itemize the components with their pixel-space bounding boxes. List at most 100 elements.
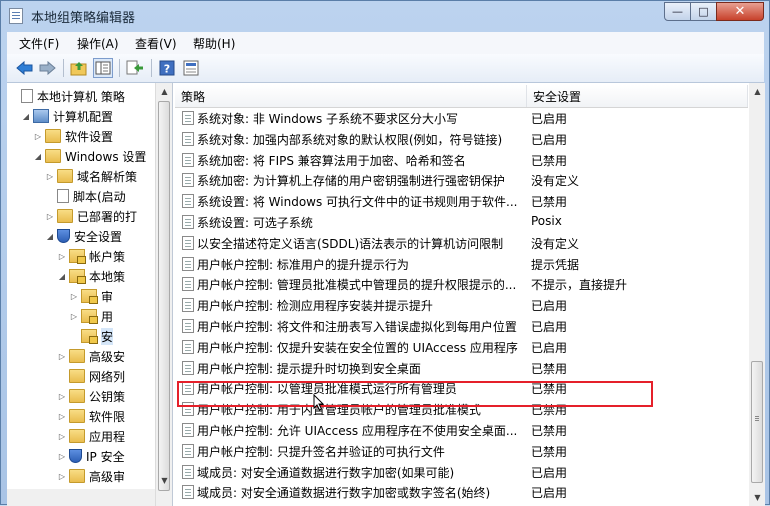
tree-item[interactable]: 安	[69, 326, 114, 346]
tree-item[interactable]: 本地计算机 策略	[9, 86, 125, 106]
properties-icon[interactable]	[181, 58, 201, 78]
table-row[interactable]: 用户帐户控制: 检测应用程序安装并提示提升 已启用	[175, 295, 748, 315]
table-row[interactable]: 用户帐户控制: 允许 UIAccess 应用程序在不使用安全桌面... 已禁用	[175, 420, 748, 440]
shield-icon	[69, 449, 82, 463]
scroll-down-icon[interactable]: ▼	[749, 489, 766, 506]
tree-item[interactable]: ◢ 安全设置	[45, 226, 122, 246]
policy-document-icon	[182, 339, 194, 354]
tree-item-label: Windows 设置	[65, 149, 147, 164]
security-setting-value: 已禁用	[531, 424, 568, 438]
collapsed-toggle-icon[interactable]: ▷	[57, 392, 67, 401]
tree-horizontal-scrollbar[interactable]	[7, 489, 155, 506]
table-row[interactable]: 用户帐户控制: 将文件和注册表写入错误虚拟化到每用户位置 已启用	[175, 316, 748, 336]
help-icon[interactable]: ?	[157, 58, 177, 78]
table-row[interactable]: 用户帐户控制: 只提升签名并验证的可执行文件 已禁用	[175, 441, 748, 461]
tree-item[interactable]: ▷ 应用程	[57, 426, 125, 446]
table-row[interactable]: 系统对象: 加强内部系统对象的默认权限(例如，符号链接) 已启用	[175, 129, 748, 149]
tree-item[interactable]: ▷ 软件限	[57, 406, 125, 426]
policy-document-icon	[182, 277, 194, 292]
policy-document-icon	[182, 235, 194, 250]
policy-document-icon	[182, 443, 194, 458]
tree-scroll-thumb[interactable]	[158, 101, 170, 491]
expanded-toggle-icon[interactable]: ◢	[33, 152, 43, 161]
table-row[interactable]: 用户帐户控制: 提示提升时切换到安全桌面 已禁用	[175, 358, 748, 378]
maximize-button[interactable]: □	[690, 2, 717, 21]
up-folder-icon[interactable]	[69, 58, 89, 78]
column-header-security-setting[interactable]: 安全设置	[527, 85, 748, 107]
title-bar[interactable]: 本地组策略编辑器 — □ ✕	[1, 1, 769, 31]
menu-help[interactable]: 帮助(H)	[193, 35, 235, 52]
folder-icon	[69, 409, 85, 423]
forward-arrow-icon[interactable]	[37, 58, 57, 78]
tree-item[interactable]: ▷ 用	[69, 306, 113, 326]
expanded-toggle-icon[interactable]: ◢	[21, 112, 31, 121]
policy-name: 域成员: 对安全通道数据进行数字加密或数字签名(始终)	[197, 486, 491, 501]
collapsed-toggle-icon[interactable]: ▷	[33, 132, 43, 141]
table-row[interactable]: 用户帐户控制: 标准用户的提升提示行为 提示凭据	[175, 254, 748, 274]
scroll-up-icon[interactable]: ▲	[749, 83, 766, 100]
security-setting-value: 已启用	[531, 340, 568, 355]
tree-item[interactable]: ▷ 已部署的打	[45, 206, 137, 226]
tree-item-label: 公钥策	[89, 389, 126, 404]
tree-item[interactable]: ▷ 高级安	[57, 346, 125, 366]
collapsed-toggle-icon[interactable]: ▷	[57, 432, 67, 441]
table-row[interactable]: 系统设置: 可选子系统 Posix	[175, 212, 748, 232]
table-row[interactable]: 用户帐户控制: 管理员批准模式中管理员的提升权限提示的... 不提示，直接提升	[175, 274, 748, 294]
tree-item[interactable]: ▷ 域名解析策	[45, 166, 137, 186]
table-row[interactable]: 系统对象: 非 Windows 子系统不要求区分大小写 已启用	[175, 108, 748, 128]
collapsed-toggle-icon[interactable]: ▷	[57, 352, 67, 361]
policy-editor-window: 本地组策略编辑器 — □ ✕ 文件(F) 操作(A) 查看(V) 帮助(H) ?	[0, 0, 770, 506]
close-button[interactable]: ✕	[716, 2, 764, 21]
scroll-down-icon[interactable]: ▼	[156, 472, 172, 489]
table-row[interactable]: 用户帐户控制: 仅提升安装在安全位置的 UIAccess 应用程序 已启用	[175, 337, 748, 357]
collapsed-toggle-icon[interactable]: ▷	[45, 212, 55, 221]
tree-item[interactable]: ▷ 公钥策	[57, 386, 125, 406]
tree-item[interactable]: ▷ 高级审	[57, 466, 125, 486]
scroll-up-icon[interactable]: ▲	[156, 83, 172, 100]
folder-icon	[69, 429, 85, 443]
minimize-button[interactable]: —	[664, 2, 691, 21]
column-header-policy[interactable]: 策略	[175, 85, 527, 107]
table-row[interactable]: 以安全描述符定义语言(SDDL)语法表示的计算机访问限制 没有定义	[175, 233, 748, 253]
tree-item[interactable]: ▷ 软件设置	[33, 126, 113, 146]
collapsed-toggle-icon[interactable]: ▷	[69, 312, 79, 321]
export-list-icon[interactable]	[125, 58, 145, 78]
table-row[interactable]: 域成员: 对安全通道数据进行数字加密或数字签名(始终) 已启用	[175, 482, 748, 502]
policy-document-icon	[182, 111, 194, 125]
expanded-toggle-icon[interactable]: ◢	[45, 232, 55, 241]
tree-item[interactable]: ◢ 本地策	[57, 266, 125, 286]
policy-editor-app-icon	[9, 8, 23, 24]
tree-item[interactable]: ◢ Windows 设置	[33, 146, 146, 166]
security-setting-value: 已启用	[531, 112, 568, 126]
collapsed-toggle-icon[interactable]: ▷	[57, 452, 67, 461]
menu-file[interactable]: 文件(F)	[19, 35, 59, 52]
security-setting-value: 没有定义	[531, 174, 580, 189]
list-vertical-scrollbar[interactable]: ▲ ▼	[749, 83, 765, 506]
collapsed-toggle-icon[interactable]: ▷	[57, 252, 67, 261]
collapsed-toggle-icon[interactable]: ▷	[45, 172, 55, 181]
table-row[interactable]: 系统加密: 将 FIPS 兼容算法用于加密、哈希和签名 已禁用	[175, 150, 748, 170]
list-scroll-thumb[interactable]	[751, 361, 763, 483]
menu-view[interactable]: 查看(V)	[135, 35, 177, 52]
back-arrow-icon[interactable]	[15, 58, 35, 78]
menu-action[interactable]: 操作(A)	[77, 35, 119, 52]
table-row[interactable]: 系统设置: 将 Windows 可执行文件中的证书规则用于软件... 已禁用	[175, 191, 748, 211]
table-row[interactable]: 域成员: 对安全通道数据进行数字加密(如果可能) 已启用	[175, 462, 748, 482]
collapsed-toggle-icon[interactable]: ▷	[57, 472, 67, 481]
tree-item-label: IP 安全	[86, 449, 125, 464]
tree-item[interactable]: ▷ 帐户策	[57, 246, 125, 266]
collapsed-toggle-icon[interactable]: ▷	[57, 412, 67, 421]
tree-item[interactable]: ▷ IP 安全	[57, 446, 125, 466]
collapsed-toggle-icon[interactable]: ▷	[69, 292, 79, 301]
tree-item[interactable]: 网络列	[57, 366, 125, 386]
tree-item-label: 计算机配置	[53, 109, 114, 124]
expanded-toggle-icon[interactable]: ◢	[57, 272, 67, 281]
list-header: 策略 安全设置	[175, 85, 748, 108]
show-tree-icon[interactable]	[93, 58, 113, 78]
table-row[interactable]: 系统加密: 为计算机上存储的用户密钥强制进行强密钥保护 没有定义	[175, 170, 748, 190]
tree-item[interactable]: ◢ 计算机配置	[21, 106, 113, 126]
tree-item[interactable]: 脚本(启动	[45, 186, 126, 206]
tree-item[interactable]: ▷ 审	[69, 286, 113, 306]
tree-item-label: 本地策	[89, 269, 126, 284]
tree-vertical-scrollbar[interactable]: ▲ ▼	[155, 83, 172, 506]
